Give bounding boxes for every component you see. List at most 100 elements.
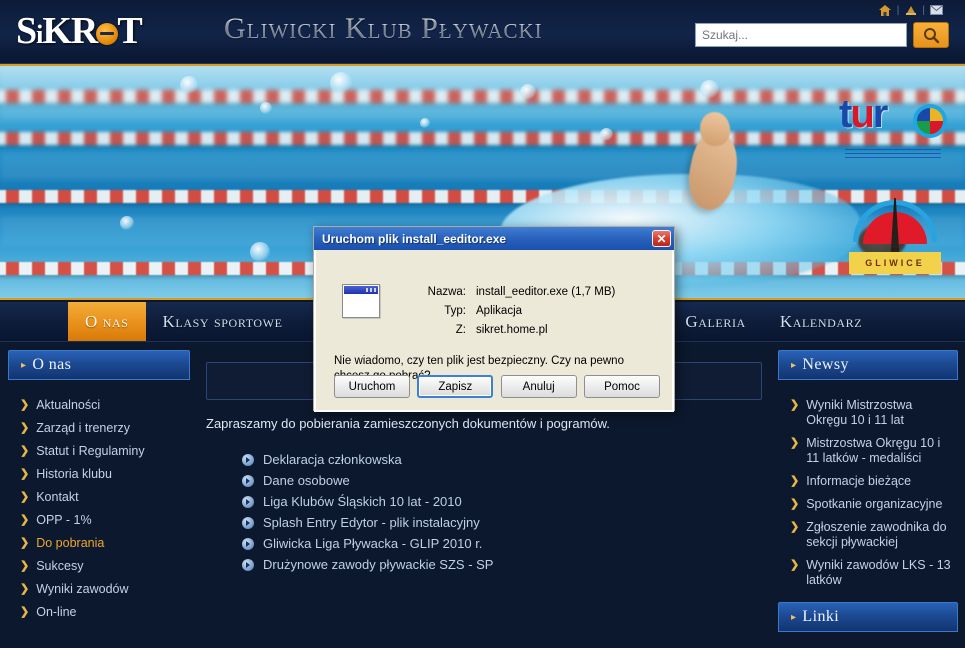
sidebar-item-wyniki-zawodow[interactable]: ❯ Wyniki zawodów (12, 578, 188, 601)
news-item-wyniki-zawodow-lks[interactable]: ❯ Wyniki zawodów LKS - 13 latków (782, 554, 956, 592)
news-item-label: Wyniki zawodów LKS - 13 latków (806, 558, 951, 587)
water-droplet (250, 242, 270, 262)
chevron-right-icon: ❯ (20, 422, 30, 434)
news-panel-body: ❯ Wyniki Mistrzostwa Okręgu 10 i 11 lat … (778, 380, 958, 602)
icon-separator-1: | (896, 4, 900, 16)
download-link-label: Deklaracja członkowska (263, 452, 402, 467)
caret-right-icon: ▸ (791, 359, 797, 371)
tura-letter-t: t (839, 92, 852, 136)
search-bar (695, 22, 949, 48)
nav-item-kalendarz[interactable]: Kalendarz (763, 302, 879, 341)
left-sidebar: ▸ O nas ❯ Aktualności ❯ Zarząd i trenerz… (8, 350, 190, 648)
detail-key: Typ: (444, 305, 466, 317)
download-link-gliwicka-liga-plywacka[interactable]: Gliwicka Liga Pływacka - GLIP 2010 r. (242, 533, 762, 554)
left-panel-title: O nas (32, 356, 72, 373)
tura-ring-icon (913, 104, 947, 138)
download-link-splash-entry-edytor[interactable]: Splash Entry Edytor - plik instalacyjny (242, 512, 762, 533)
download-link-druzynowe-zawody-szs-sp[interactable]: Drużynowe zawody pływackie SZS - SP (242, 554, 762, 575)
chevron-right-icon: ❯ (20, 514, 30, 526)
caret-right-icon: ▸ (791, 611, 797, 623)
gliwice-label: GLIWICE (849, 252, 941, 274)
dialog-title: Uruchom plik install_eeditor.exe (322, 231, 507, 246)
links-panel-title: Linki (802, 608, 840, 625)
nav-item-klasy-sportowe[interactable]: Klasy sportowe (146, 302, 300, 341)
news-item-label: Informacje bieżące (806, 474, 912, 488)
arrow-bullet-icon (242, 474, 254, 487)
chevron-right-icon: ❯ (790, 399, 800, 411)
run-button[interactable]: Uruchom (334, 375, 410, 398)
logo-orange-circle-icon (96, 23, 119, 45)
chevron-right-icon: ❯ (20, 445, 30, 457)
arrow-bullet-icon (242, 537, 254, 550)
nav-item-o-nas[interactable]: O nas (68, 302, 146, 341)
detail-row-name: Nazwa: install_eeditor.exe (1,7 MB) (412, 286, 662, 298)
news-item-label: Zgłoszenie zawodnika do sekcji pływackie… (806, 520, 947, 549)
save-button[interactable]: Zapisz (417, 375, 494, 398)
chevron-right-icon: ❯ (20, 399, 30, 411)
download-link-deklaracja-czlonkowska[interactable]: Deklaracja członkowska (242, 449, 762, 470)
news-item-label: Mistrzostwa Okręgu 10 i 11 latków - meda… (806, 436, 941, 465)
sidebar-item-label: OPP - 1% (36, 513, 92, 527)
sidebar-item-do-pobrania[interactable]: ❯ Do pobrania (12, 532, 188, 555)
chevron-right-icon: ❯ (20, 606, 30, 618)
sidebar-item-historia-klubu[interactable]: ❯ Historia klubu (12, 463, 188, 486)
logo-part-t: T (117, 10, 142, 52)
dialog-title-bar[interactable]: Uruchom plik install_eeditor.exe ✕ (314, 227, 674, 250)
lane-rope (0, 132, 965, 145)
download-link-dane-osobowe[interactable]: Dane osobowe (242, 470, 762, 491)
caret-right-icon: ▸ (21, 359, 27, 371)
sitemap-icon[interactable] (904, 4, 917, 16)
search-input[interactable] (695, 23, 907, 47)
close-icon[interactable]: ✕ (652, 230, 671, 247)
search-button[interactable] (913, 22, 949, 48)
detail-key: Nazwa: (427, 286, 466, 298)
sidebar-item-sukcesy[interactable]: ❯ Sukcesy (12, 555, 188, 578)
detail-row-type: Typ: Aplikacja (412, 305, 662, 317)
detail-value: sikret.home.pl (476, 324, 548, 336)
news-item-mistrzostwa-okregu-medalisci[interactable]: ❯ Mistrzostwa Okręgu 10 i 11 latków - me… (782, 432, 956, 470)
nav-item-galeria[interactable]: Galeria (668, 302, 762, 341)
sidebar-item-aktualnosci[interactable]: ❯ Aktualności (12, 394, 188, 417)
sponsor-gliwice-logo[interactable]: GLIWICE (839, 196, 951, 282)
news-item-zgloszenie-zawodnika[interactable]: ❯ Zgłoszenie zawodnika do sekcji pływack… (782, 516, 956, 554)
news-panel-title: Newsy (802, 356, 849, 373)
dialog-button-row: Uruchom Zapisz Anuluj Pomoc (334, 375, 660, 398)
water-droplet (330, 72, 352, 94)
detail-row-source: Z: sikret.home.pl (412, 324, 662, 336)
news-item-spotkanie-organizacyjne[interactable]: ❯ Spotkanie organizacyjne (782, 493, 956, 516)
download-link-liga-klubow-slaskich[interactable]: Liga Klubów Śląskich 10 lat - 2010 (242, 491, 762, 512)
help-button[interactable]: Pomoc (583, 375, 660, 398)
detail-value: Aplikacja (476, 305, 523, 317)
sidebar-item-statut-i-regulaminy[interactable]: ❯ Statut i Regulaminy (12, 440, 188, 463)
news-item-wyniki-mistrzostwa-okregu[interactable]: ❯ Wyniki Mistrzostwa Okręgu 10 i 11 lat (782, 394, 956, 432)
sidebar-item-label: Kontakt (36, 490, 79, 504)
file-download-dialog: Uruchom plik install_eeditor.exe ✕ Nazwa… (313, 226, 675, 412)
sidebar-item-opp-1-procent[interactable]: ❯ OPP - 1% (12, 509, 188, 532)
sidebar-item-zarzad-i-trenerzy[interactable]: ❯ Zarząd i trenerzy (12, 417, 188, 440)
news-item-label: Wyniki Mistrzostwa Okręgu 10 i 11 lat (806, 398, 913, 427)
water-droplet (600, 128, 613, 141)
sidebar-item-on-line[interactable]: ❯ On-line (12, 601, 188, 624)
sponsor-tura-logo[interactable]: tur (839, 92, 951, 162)
news-item-label: Spotkanie organizacyjne (806, 497, 943, 511)
site-logo[interactable]: SiKR T (16, 10, 211, 52)
detail-value: install_eeditor.exe (1,7 MB) (476, 286, 616, 298)
water-band (0, 152, 965, 180)
tura-waves-icon (845, 146, 941, 160)
intro-text: Zapraszamy do pobierania zamieszczonych … (206, 416, 610, 431)
left-panel-body: ❯ Aktualności ❯ Zarząd i trenerzy ❯ Stat… (8, 380, 190, 634)
logo-part-kr: KR (42, 10, 98, 52)
water-droplet (420, 118, 430, 128)
sidebar-item-kontakt[interactable]: ❯ Kontakt (12, 486, 188, 509)
chevron-right-icon: ❯ (20, 537, 30, 549)
download-link-label: Drużynowe zawody pływackie SZS - SP (263, 557, 494, 572)
chevron-right-icon: ❯ (790, 475, 800, 487)
arrow-bullet-icon (242, 495, 254, 508)
mail-icon[interactable] (930, 4, 943, 16)
home-icon[interactable] (879, 4, 892, 16)
news-item-informacje-biezace[interactable]: ❯ Informacje bieżące (782, 470, 956, 493)
water-droplet (260, 102, 272, 114)
logo-part-s: S (16, 10, 37, 52)
water-droplet (700, 80, 719, 99)
cancel-button[interactable]: Anuluj (500, 375, 577, 398)
